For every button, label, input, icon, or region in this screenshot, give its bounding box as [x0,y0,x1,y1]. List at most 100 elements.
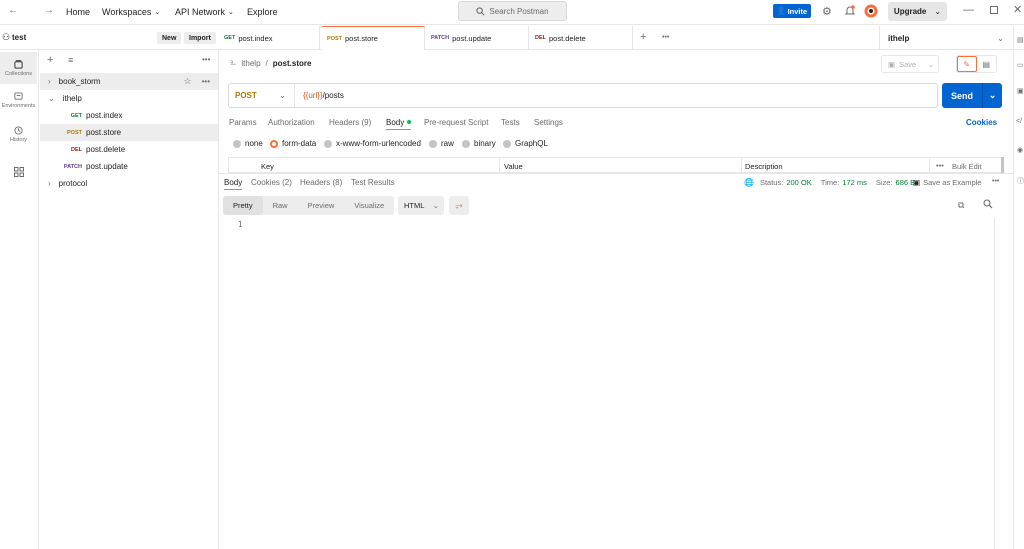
maximize-icon[interactable] [990,6,998,14]
import-button[interactable]: Import [184,32,216,44]
response-tab-test-results[interactable]: Test Results [351,178,395,187]
chevron-down-icon: ⌄ [48,94,55,103]
environment-selector[interactable]: ithelp ⌄ [879,26,1004,50]
rail-history[interactable]: History [0,118,37,150]
view-preview[interactable]: Preview [298,196,345,215]
code-icon[interactable]: </ [1016,118,1022,125]
tab-settings[interactable]: Settings [534,118,563,127]
collection-ithelp[interactable]: ⌄ ithelp [40,90,218,107]
editor-scroll-track[interactable] [994,218,995,549]
tab-headers[interactable]: Headers (9) [329,118,371,127]
rail-apps[interactable] [0,156,37,188]
tree-item[interactable]: DEL post.delete [40,141,218,158]
tab-params[interactable]: Params [229,118,257,127]
response-tab-cookies[interactable]: Cookies (2) [251,178,292,187]
nav-home[interactable]: Home [66,7,90,17]
tab-post-delete[interactable]: DEL post.delete [530,26,633,50]
globe-icon: 🌐 [744,178,754,187]
more-options-icon[interactable]: ••• [992,178,999,185]
body-type-none[interactable]: none [233,139,263,148]
response-tab-headers[interactable]: Headers (8) [300,178,342,187]
cookies-link[interactable]: Cookies [966,118,997,127]
forward-arrow-icon[interactable]: → [44,5,54,16]
response-tab-body[interactable]: Body [224,175,243,190]
add-tab-icon[interactable]: + [640,31,646,43]
rail-environments[interactable]: Environments [0,84,37,116]
body-type-raw[interactable]: raw [429,139,454,148]
comments-icon[interactable]: ▭ [1017,61,1024,69]
more-options-icon[interactable]: ••• [936,161,944,170]
bulk-edit-button[interactable]: Bulk Edit [952,162,982,171]
send-button[interactable]: Send ⌄ [942,83,1002,108]
workspace-name[interactable]: test [12,33,26,42]
divider [219,173,1013,174]
response-meta: 🌐 Status: 200 OK Time: 172 ms Size: 686 … [744,178,916,187]
more-options-icon[interactable]: ••• [202,77,210,86]
minimize-icon[interactable]: — [963,4,974,16]
body-type-urlencoded[interactable]: x-www-form-urlencoded [324,139,421,148]
view-raw[interactable]: Raw [263,196,298,215]
tab-post-store[interactable]: POST post.store [322,26,425,50]
status-badge[interactable]: 200 OK [786,178,811,187]
documentation-icon[interactable]: ▤ [1017,36,1024,44]
avatar[interactable] [864,4,878,18]
search-icon[interactable] [983,199,993,209]
tab-pre-request-script[interactable]: Pre-request Script [424,118,488,127]
body-type-binary[interactable]: binary [462,139,496,148]
tree-item[interactable]: GET post.index [40,107,218,124]
info-circle-icon[interactable]: ⓘ [1017,176,1024,186]
new-button[interactable]: New [157,32,182,44]
method-select[interactable]: POST ⌄ [229,84,295,107]
tree-item[interactable]: PATCH post.update [40,158,218,175]
nav-explore[interactable]: Explore [247,7,278,17]
bell-icon[interactable] [845,5,855,17]
chevron-down-icon: ⌄ [997,33,1004,43]
info-icon[interactable]: ▣ [1017,87,1024,95]
tab-tests[interactable]: Tests [501,118,520,127]
tree-item-active[interactable]: POST post.store [40,124,218,141]
add-user-icon: 👤 [776,8,786,15]
url-input[interactable]: {{url}} /posts [295,91,344,100]
view-pretty[interactable]: Pretty [223,196,263,215]
top-bar: ← → Home Workspaces ⌄ API Network ⌄ Explor… [0,0,1024,25]
view-visualize[interactable]: Visualize [344,196,394,215]
more-tabs-icon[interactable]: ••• [662,34,669,41]
body-type-graphql[interactable]: GraphQL [503,139,548,148]
radio [503,139,511,148]
chevron-down-icon: ⌄ [228,9,234,16]
wrap-lines-icon[interactable]: ⥅ [449,196,469,215]
tab-post-index[interactable]: GET post.index [219,26,320,50]
body-type-form-data[interactable]: form-data [270,139,316,148]
save-as-example-button[interactable]: ▣ Save as Example [913,178,981,187]
documentation-icon[interactable]: ▤ [977,60,996,69]
invite-button[interactable]: 👤 Invite [773,4,811,18]
add-icon[interactable]: + [47,54,53,66]
tab-post-update[interactable]: PATCH post.update [426,26,529,50]
upgrade-button[interactable]: Upgrade ⌄ [888,2,947,21]
chevron-right-icon: › [48,77,51,86]
save-button[interactable]: ▣ Save ⌄ [881,55,939,73]
pencil-icon[interactable]: ✎ [957,56,977,72]
nav-workspaces[interactable]: Workspaces ⌄ [102,7,160,17]
lightbulb-icon[interactable]: ◉ [1017,146,1023,154]
star-icon[interactable]: ☆ [184,76,192,87]
request-title[interactable]: post.store [273,59,312,68]
tab-authorization[interactable]: Authorization [268,118,315,127]
more-options-icon[interactable]: ••• [202,55,210,64]
chevron-down-icon[interactable]: ⌄ [982,83,1002,108]
search-input[interactable]: Search Postman [458,1,567,21]
response-time[interactable]: 172 ms [842,178,867,187]
filter-icon[interactable]: ≡ [68,55,73,65]
close-icon[interactable]: ✕ [1013,3,1022,16]
gear-icon[interactable]: ⚙ [822,5,832,18]
column-key: Key [261,162,274,171]
scrollbar[interactable] [1001,157,1004,173]
back-arrow-icon[interactable]: ← [8,5,18,16]
rail-collections[interactable]: Collections [0,52,37,84]
collection-protocol[interactable]: › protocol [40,175,218,192]
nav-api-network[interactable]: API Network ⌄ [175,7,234,17]
tab-body[interactable]: Body [386,115,412,130]
format-select[interactable]: HTML ⌄ [398,196,444,215]
collection-book-storm[interactable]: › book_storm ☆ ••• [40,73,218,90]
copy-icon[interactable]: ⧉ [958,200,964,211]
